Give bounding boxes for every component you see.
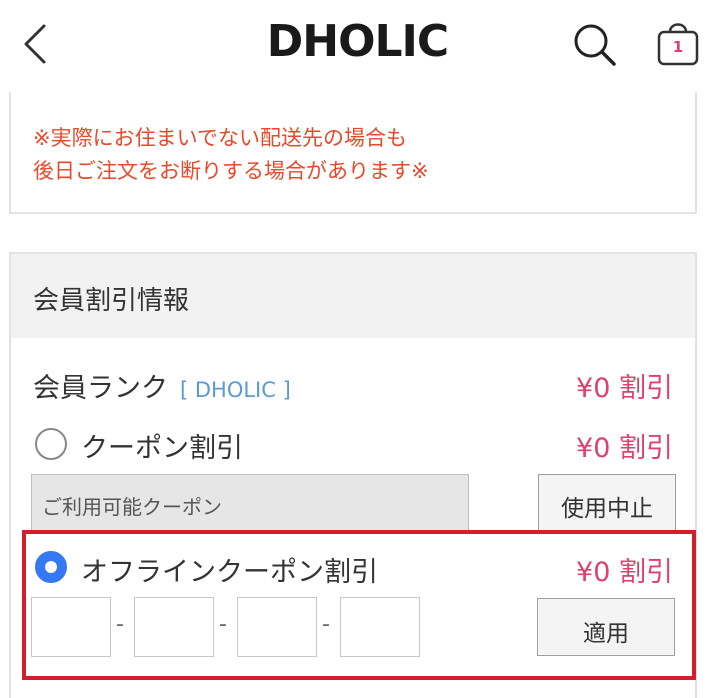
stop-coupon-button[interactable]: 使用中止	[538, 474, 676, 532]
offline-coupon-highlight-box	[22, 530, 696, 680]
member-rank-row: 会員ランク [ DHOLIC ]	[33, 366, 291, 405]
coupon-discount-label: クーポン割引	[81, 433, 243, 464]
search-icon	[574, 24, 616, 66]
coupon-discount-radio[interactable]	[35, 428, 67, 460]
available-coupon-select[interactable]: ご利用可能クーポン	[31, 474, 469, 532]
member-rank-amount: ¥0 割引	[576, 373, 673, 404]
member-rank-value: [ DHOLIC ]	[180, 378, 291, 402]
app-header: DHOLIC 1	[0, 0, 715, 92]
discount-section-title: 会員割引情報	[33, 286, 190, 316]
cart-count-badge: 1	[672, 38, 684, 56]
member-rank-label: 会員ランク	[33, 373, 168, 404]
notice-line-2: 後日ご注文をお断りする場合があります※	[33, 159, 429, 183]
coupon-discount-amount: ¥0 割引	[576, 433, 673, 464]
delivery-notice-box: ※実際にお住まいでない配送先の場合も 後日ご注文をお断りする場合があります※	[9, 92, 697, 214]
discount-section-header: 会員割引情報	[11, 254, 695, 338]
search-button[interactable]	[570, 20, 618, 68]
delivery-notice: ※実際にお住まいでない配送先の場合も 後日ご注文をお断りする場合があります※	[33, 122, 673, 188]
notice-line-1: ※実際にお住まいでない配送先の場合も	[33, 126, 407, 150]
cart-button[interactable]: 1	[655, 18, 701, 68]
